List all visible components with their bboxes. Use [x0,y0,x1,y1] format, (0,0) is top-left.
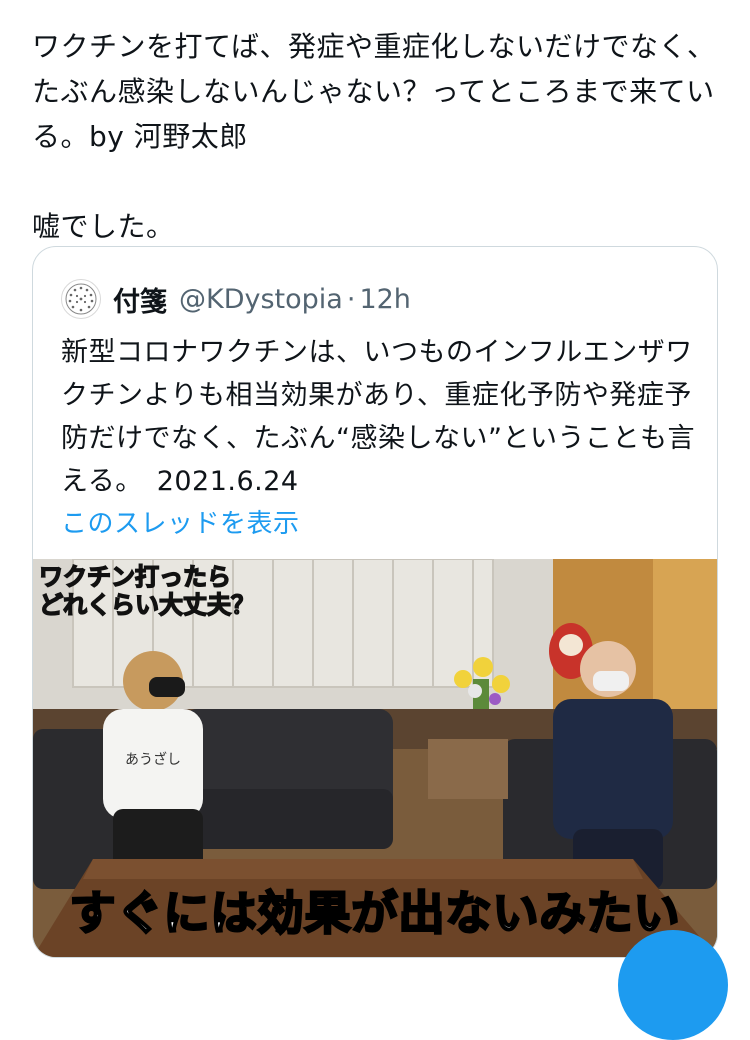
shirt-text: あうざし [125,752,181,768]
avatar-pattern-icon [65,283,97,315]
quoted-display-name[interactable]: 付箋 [113,280,167,319]
quoted-tweet-text: 新型コロナワクチンは、いつものインフルエンザワクチンよりも相当効果があり、重症化… [61,337,695,497]
quoted-tweet-header: 付箋 @KDystopia · 12h [61,279,411,319]
avatar[interactable] [61,279,101,319]
video-subtitle: すぐには効果が出ないみたい [68,885,681,942]
separator-dot: · [346,283,356,315]
caption-top-line2: どれくらい大丈夫？ [38,590,256,620]
show-thread-link[interactable]: このスレッドを表示 [61,503,300,540]
quoted-timestamp[interactable]: 12h [359,284,410,315]
video-thumbnail[interactable]: ワクチン打ったら どれくらい大丈夫？ あうざし すぐには効果が出ないみたい [33,559,717,957]
caption-top-line1: ワクチン打ったら [38,562,232,592]
tweet-text: ワクチンを打てば、発症や重症化しないだけでなく、たぶん感染しないんじゃない？って… [32,30,716,243]
quoted-tweet-card[interactable]: 付箋 @KDystopia · 12h 新型コロナワクチンは、いつものインフルエ… [32,246,718,958]
quoted-handle[interactable]: @KDystopia [179,284,343,315]
compose-fab[interactable] [618,930,728,1040]
caption-top: ワクチン打ったら どれくらい大丈夫？ [38,562,256,620]
